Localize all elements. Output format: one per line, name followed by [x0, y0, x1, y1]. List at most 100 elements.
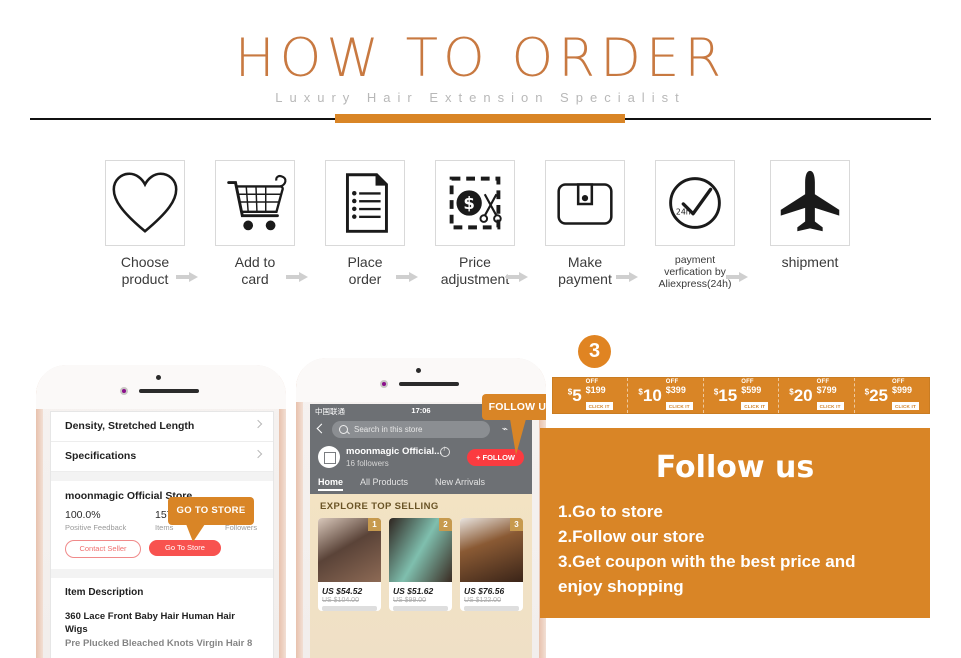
document-icon: [345, 173, 388, 233]
step-payment-verification: 24h payment verfication by Aliexpress(24…: [650, 160, 740, 290]
coupon-item[interactable]: $10 OFF $399 CLICK IT: [628, 378, 704, 413]
coupon-item[interactable]: $5 OFF $199 CLICK IT: [553, 378, 629, 413]
chevron-right-icon: [253, 419, 263, 429]
product-price: US $76.56: [464, 586, 505, 596]
go-to-store-callout: GO TO STORE: [168, 497, 254, 542]
item-description-section: Item Description 360 Lace Front Baby Hai…: [51, 578, 273, 649]
coupon-amount: $10: [638, 385, 662, 405]
coupon-details: OFF $999 CLICK IT: [892, 379, 920, 413]
product-image: 3: [460, 518, 523, 582]
coupon-item[interactable]: $15 OFF $599 CLICK IT: [704, 378, 780, 413]
coupon-details: OFF $399 CLICK IT: [665, 379, 693, 413]
coupon-amount: $20: [789, 385, 813, 405]
step-label: shipment: [781, 254, 839, 270]
step-icon-box: [545, 160, 625, 246]
step-number-badge: 3: [578, 335, 611, 368]
coupon-click-button[interactable]: CLICK IT: [816, 402, 844, 410]
coupon-click-button[interactable]: CLICK IT: [892, 402, 920, 410]
callout-label: GO TO STORE: [176, 505, 246, 516]
product-progress-bar: [464, 606, 519, 611]
callout-tail: [510, 419, 526, 455]
price-scissors-icon: $: [449, 176, 502, 230]
tab-all-products[interactable]: All Products: [360, 477, 408, 487]
coupon-details: OFF $199 CLICK IT: [585, 379, 613, 413]
coupon-item[interactable]: $25 OFF $999 CLICK IT: [855, 378, 929, 413]
coupon-details: OFF $799 CLICK IT: [816, 379, 844, 413]
search-placeholder: Search in this store: [354, 425, 423, 434]
product-price: US $51.62: [393, 586, 434, 596]
store-name: moonmagic Official...: [346, 446, 443, 457]
earpiece-speaker: [139, 389, 199, 393]
product-card[interactable]: 3 US $76.56 US $122.00: [460, 518, 523, 611]
coupon-amount: $5: [567, 385, 582, 405]
step-arrow-6: [726, 272, 748, 282]
heart-icon: [112, 172, 178, 233]
row-specifications[interactable]: Specifications: [51, 442, 273, 472]
page-root: HOW TO ORDER Luxury Hair Extension Speci…: [0, 0, 961, 658]
go-to-store-button[interactable]: Go To Store: [149, 540, 221, 556]
tab-new-arrivals[interactable]: New Arrivals: [435, 477, 485, 487]
right-phone-edge-left: [296, 358, 303, 658]
clock-check-24h-icon: 24h: [669, 177, 721, 229]
follow-us-callout: FOLLOW US: [482, 394, 546, 455]
store-followers: 16 followers: [346, 459, 389, 468]
coupon-click-button[interactable]: CLICK IT: [741, 402, 769, 410]
product-price: US $54.52: [322, 586, 363, 596]
stat-positive-feedback: 100.0% Positive Feedback: [65, 509, 126, 532]
follow-step: 2.Follow our store: [558, 527, 705, 546]
item-description-line1: 360 Lace Front Baby Hair Human Hair Wigs: [65, 611, 235, 635]
coupon-click-button[interactable]: CLICK IT: [585, 402, 613, 410]
step-icon-box: [215, 160, 295, 246]
info-icon[interactable]: [440, 447, 450, 457]
step-place-order: Place order: [320, 160, 410, 288]
tab-home[interactable]: Home: [318, 477, 344, 491]
step-arrow-4: [506, 272, 528, 282]
step-price-adjustment: $ Price adjustment: [430, 160, 520, 288]
page-header: HOW TO ORDER Luxury Hair Extension Speci…: [0, 0, 961, 132]
coupon-threshold: $599: [741, 384, 762, 395]
section-divider-2: [51, 569, 273, 578]
sensor-icon: [380, 380, 388, 388]
callout-tail: [186, 524, 205, 542]
row-density[interactable]: Density, Stretched Length: [51, 412, 273, 442]
follow-step: enjoy shopping: [558, 577, 684, 596]
store-tabs: Home All Products New Arrivals: [310, 474, 532, 494]
step-label: Choose product: [120, 254, 170, 287]
step-arrow-2: [286, 272, 308, 282]
product-original-price: US $104.00: [322, 597, 359, 604]
stat-key: Positive Feedback: [65, 523, 127, 532]
stat-value: 100.0%: [65, 509, 101, 521]
rank-badge: 2: [439, 518, 452, 531]
coupon-amount: $15: [713, 385, 738, 405]
contact-seller-button[interactable]: Contact Seller: [65, 540, 141, 558]
step-shipment: shipment: [765, 160, 855, 271]
front-camera-icon: [416, 368, 421, 373]
right-phone-mockup: 中国联通 17:06 Search in this store ⌁ ··· mo…: [296, 358, 546, 658]
row-label: Density, Stretched Length: [65, 420, 195, 432]
step-add-to-card: Add to card: [210, 160, 300, 288]
follow-step: 1.Go to store: [558, 502, 663, 521]
item-description-title: Item Description: [65, 587, 144, 598]
product-image: 2: [389, 518, 452, 582]
row-label: Specifications: [65, 450, 137, 462]
earpiece-speaker: [399, 382, 459, 386]
share-icon[interactable]: ⌁: [502, 424, 508, 435]
phone-mockups: Density, Stretched Length Specifications…: [36, 358, 546, 658]
coupon-click-button[interactable]: CLICK IT: [665, 402, 693, 410]
back-arrow-icon[interactable]: [316, 423, 327, 434]
coupon-item[interactable]: $20 OFF $799 CLICK IT: [779, 378, 855, 413]
step-icon-box: [105, 160, 185, 246]
coupon-threshold: $399: [665, 384, 686, 395]
store-header: moonmagic Official... 16 followers + FOL…: [310, 442, 532, 474]
product-card[interactable]: 1 US $54.52 US $104.00: [318, 518, 381, 611]
search-icon: [339, 425, 348, 434]
front-camera-icon: [156, 375, 161, 380]
step-icon-box: [770, 160, 850, 246]
search-input[interactable]: Search in this store: [332, 421, 490, 438]
product-card[interactable]: 2 US $51.62 US $99.00: [389, 518, 452, 611]
step-make-payment: Make payment: [540, 160, 630, 288]
coupon-threshold: $199: [585, 384, 606, 395]
page-title: HOW TO ORDER: [234, 28, 727, 89]
step-label: Make payment: [558, 254, 612, 287]
callout-label: FOLLOW US: [488, 401, 546, 413]
